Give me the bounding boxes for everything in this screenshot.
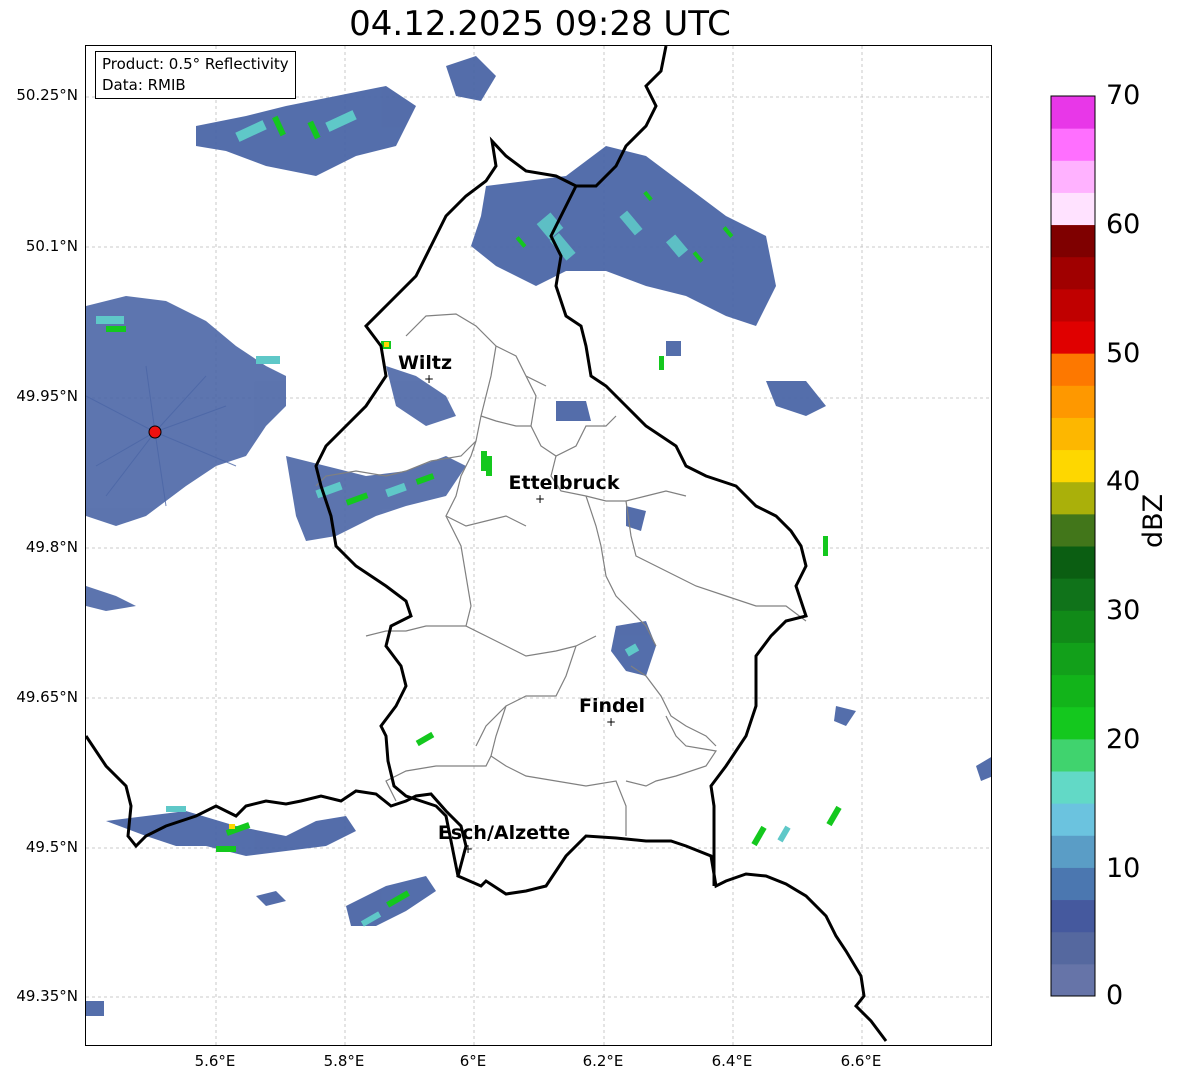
city-label-ettelbruck: Ettelbruck (509, 472, 620, 494)
city-label-wiltz: Wiltz (398, 352, 452, 374)
colorbar-step (1051, 481, 1095, 515)
product-label: Product: 0.5° Reflectivity (102, 55, 289, 73)
colorbar-step (1051, 867, 1095, 901)
colorbar-step (1051, 931, 1095, 965)
lat-label: 49.8°N (25, 538, 78, 556)
colorbar-step (1051, 160, 1095, 193)
lon-label: 6°E (459, 1052, 487, 1070)
lon-label: 5.8°E (323, 1052, 365, 1070)
city-label-esch-alzette: Esch/Alzette (438, 822, 570, 844)
colorbar-step (1051, 256, 1095, 290)
map-title: 04.12.2025 09:28 UTC (349, 4, 731, 44)
lat-label: 50.1°N (25, 237, 78, 255)
colorbar-tick-label: 40 (1106, 466, 1141, 497)
colorbar-step (1051, 899, 1095, 933)
map-canvas: Wiltz + Ettelbruck + Findel + Esch/Alzet… (86, 46, 991, 1045)
colorbar-tick-label: 30 (1106, 595, 1141, 626)
lat-label: 49.95°N (16, 387, 78, 405)
data-source-label: Data: RMIB (102, 76, 186, 94)
colorbar-tick-label: 0 (1106, 980, 1124, 1011)
colorbar-step (1051, 449, 1095, 483)
colorbar-step (1051, 963, 1095, 997)
colorbar-step (1051, 353, 1095, 386)
colorbar-step (1051, 546, 1095, 579)
colorbar-title: dBZ (1138, 493, 1169, 548)
colorbar-tick-label: 70 (1106, 80, 1141, 111)
colorbar-step (1051, 642, 1095, 676)
colorbar-step (1051, 835, 1095, 868)
city-marker-findel: + (606, 715, 616, 729)
colorbar-step (1051, 321, 1095, 354)
colorbar-step (1051, 706, 1095, 740)
colorbar-tick-label: 50 (1106, 338, 1141, 369)
colorbar-step (1051, 674, 1095, 708)
colorbar-step (1051, 288, 1095, 322)
colorbar-step (1051, 513, 1095, 547)
colorbar-step (1051, 417, 1095, 451)
colorbar-step (1051, 96, 1095, 129)
colorbar-tick-label: 20 (1106, 724, 1141, 755)
lon-label: 6.4°E (711, 1052, 753, 1070)
colorbar-tick-label: 10 (1106, 853, 1141, 884)
lat-label: 49.5°N (25, 838, 78, 856)
lat-label: 49.35°N (16, 987, 78, 1005)
colorbar-step (1051, 578, 1095, 611)
colorbar-step (1051, 128, 1095, 161)
colorbar-step (1051, 771, 1095, 804)
city-marker-esch-alzette: + (463, 842, 473, 856)
colorbar-step (1051, 224, 1095, 258)
colorbar-step (1051, 385, 1095, 418)
colorbar-step (1051, 803, 1095, 836)
product-info-box: Product: 0.5° Reflectivity Data: RMIB (95, 51, 296, 99)
lon-label: 5.6°E (194, 1052, 236, 1070)
lon-label: 6.2°E (582, 1052, 624, 1070)
colorbar-step (1051, 610, 1095, 643)
colorbar-tick-label: 60 (1106, 209, 1141, 240)
lat-label: 49.65°N (16, 688, 78, 706)
lat-label: 50.25°N (16, 86, 78, 104)
country-border (86, 735, 888, 1042)
radar-map[interactable]: Wiltz + Ettelbruck + Findel + Esch/Alzet… (85, 45, 992, 1046)
colorbar (1050, 95, 1096, 997)
city-marker-ettelbruck: + (535, 492, 545, 506)
city-marker-wiltz: + (424, 372, 434, 386)
lon-label: 6.6°E (840, 1052, 882, 1070)
colorbar-step (1051, 738, 1095, 772)
city-markers: Wiltz + Ettelbruck + Findel + Esch/Alzet… (398, 352, 645, 856)
radar-site-marker[interactable] (148, 425, 162, 439)
colorbar-step (1051, 192, 1095, 226)
city-label-findel: Findel (579, 695, 645, 717)
radar-echoes (86, 56, 991, 1016)
